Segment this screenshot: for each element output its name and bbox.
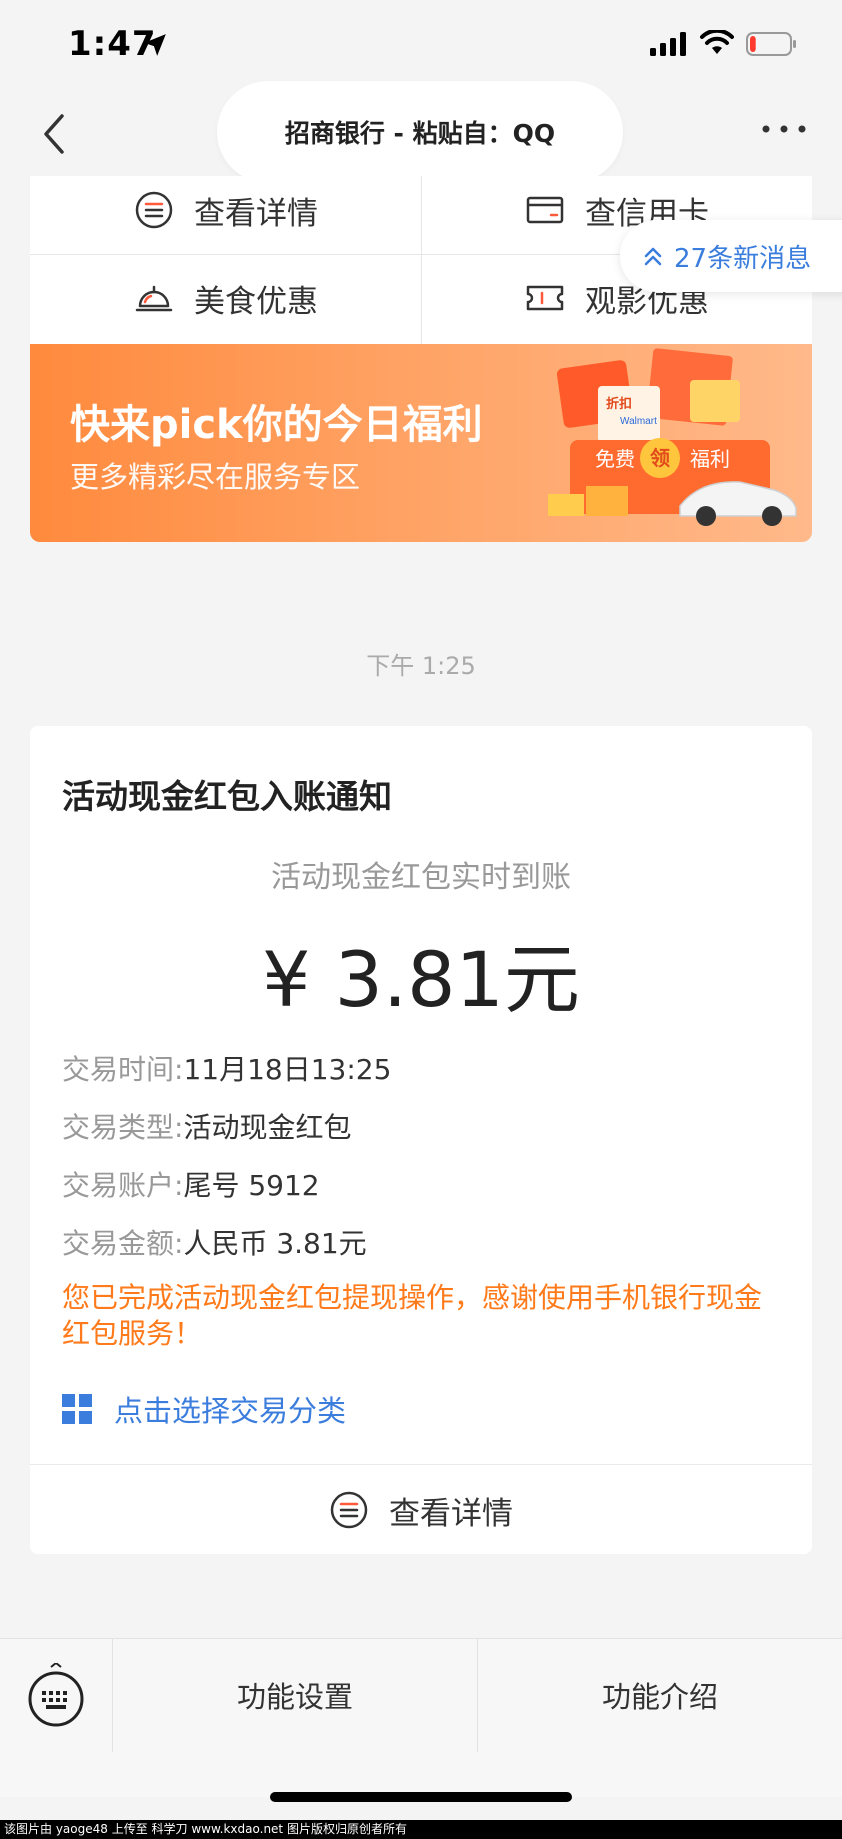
- view-details-button[interactable]: 查看详情: [30, 1466, 812, 1554]
- gift-box-illustration: 折扣 Walmart 免费 领 福利: [548, 348, 797, 526]
- notification-title: 活动现金红包入账通知: [62, 777, 392, 816]
- new-messages-button[interactable]: 27条新消息: [620, 220, 842, 292]
- more-dots-icon[interactable]: [760, 122, 808, 136]
- divider: [30, 1464, 812, 1465]
- banner-art-discount: 折扣: [606, 396, 632, 411]
- menu-item-label: 查看详情: [194, 195, 318, 232]
- banner-art-welfare: 福利: [690, 447, 730, 471]
- banner-art-free: 免费: [595, 447, 635, 471]
- ticket-icon: [526, 285, 564, 311]
- menu-item-label: 美食优惠: [194, 283, 318, 320]
- function-intro-button[interactable]: 功能介绍: [478, 1638, 842, 1752]
- cellular-signal-icon: [650, 32, 686, 56]
- detail-label: 交易账户:: [62, 1169, 184, 1202]
- detail-value: 11月18日13:25: [183, 1053, 392, 1086]
- view-details-label: 查看详情: [389, 1495, 513, 1532]
- double-chevron-up-icon: [644, 247, 662, 266]
- detail-label: 交易类型:: [62, 1111, 184, 1144]
- detail-value: 活动现金红包: [183, 1111, 352, 1144]
- keyboard-toggle-button[interactable]: [0, 1638, 112, 1752]
- battery-icon: [746, 32, 796, 56]
- detail-row-amount: 交易金额:人民币 3.81元: [62, 1222, 367, 1262]
- banner-art-claim: 领: [650, 446, 670, 470]
- wifi-icon: [700, 30, 734, 54]
- detail-value: 尾号 5912: [183, 1169, 320, 1202]
- watermark-text: 该图片由 yaoge48 上传至 科学刀 www.kxdao.net 图片版权归…: [0, 1820, 842, 1839]
- banner-art-brand: Walmart: [620, 416, 657, 427]
- notification-note: 您已完成活动现金红包提现操作，感谢使用手机银行现金红包服务！: [62, 1281, 763, 1350]
- amount-display: ¥ 3.81元: [262, 935, 580, 1024]
- keyboard-icon: [28, 1663, 84, 1727]
- detail-label: 交易时间:: [62, 1053, 184, 1086]
- detail-row-type: 交易类型:活动现金红包: [62, 1106, 351, 1146]
- menu-item-view-details[interactable]: 查看详情: [31, 168, 421, 252]
- message-timestamp: 下午 1:25: [366, 652, 476, 680]
- select-category-label: 点击选择交易分类: [114, 1394, 347, 1428]
- notification-subtitle: 活动现金红包实时到账: [271, 860, 571, 895]
- banner-subtitle: 更多精彩尽在服务专区: [70, 460, 361, 494]
- detail-row-account: 交易账户:尾号 5912: [62, 1164, 320, 1204]
- menu-item-food-deals[interactable]: 美食优惠: [31, 256, 421, 340]
- nav-title: 招商银行 - 粘贴自：QQ: [284, 119, 556, 148]
- promo-banner[interactable]: 快来pick你的今日福利 更多精彩尽在服务专区 折扣 Walmart 免费 领 …: [30, 344, 812, 542]
- back-chevron-icon[interactable]: [40, 112, 70, 156]
- home-indicator[interactable]: [270, 1792, 572, 1802]
- list-circle-icon: [135, 191, 173, 229]
- banner-title: 快来pick你的今日福利: [70, 402, 483, 448]
- food-bell-icon: [135, 285, 173, 312]
- list-circle-icon: [330, 1491, 368, 1529]
- location-arrow-icon: [144, 34, 166, 56]
- new-messages-label: 27条新消息: [674, 243, 812, 274]
- function-settings-button[interactable]: 功能设置: [113, 1638, 477, 1752]
- grid-icon: [62, 1394, 92, 1424]
- detail-label: 交易金额:: [62, 1227, 184, 1260]
- credit-card-icon: [526, 196, 564, 224]
- detail-row-time: 交易时间:11月18日13:25: [62, 1048, 391, 1088]
- detail-value: 人民币 3.81元: [183, 1227, 367, 1260]
- select-category-link[interactable]: 点击选择交易分类: [62, 1388, 346, 1430]
